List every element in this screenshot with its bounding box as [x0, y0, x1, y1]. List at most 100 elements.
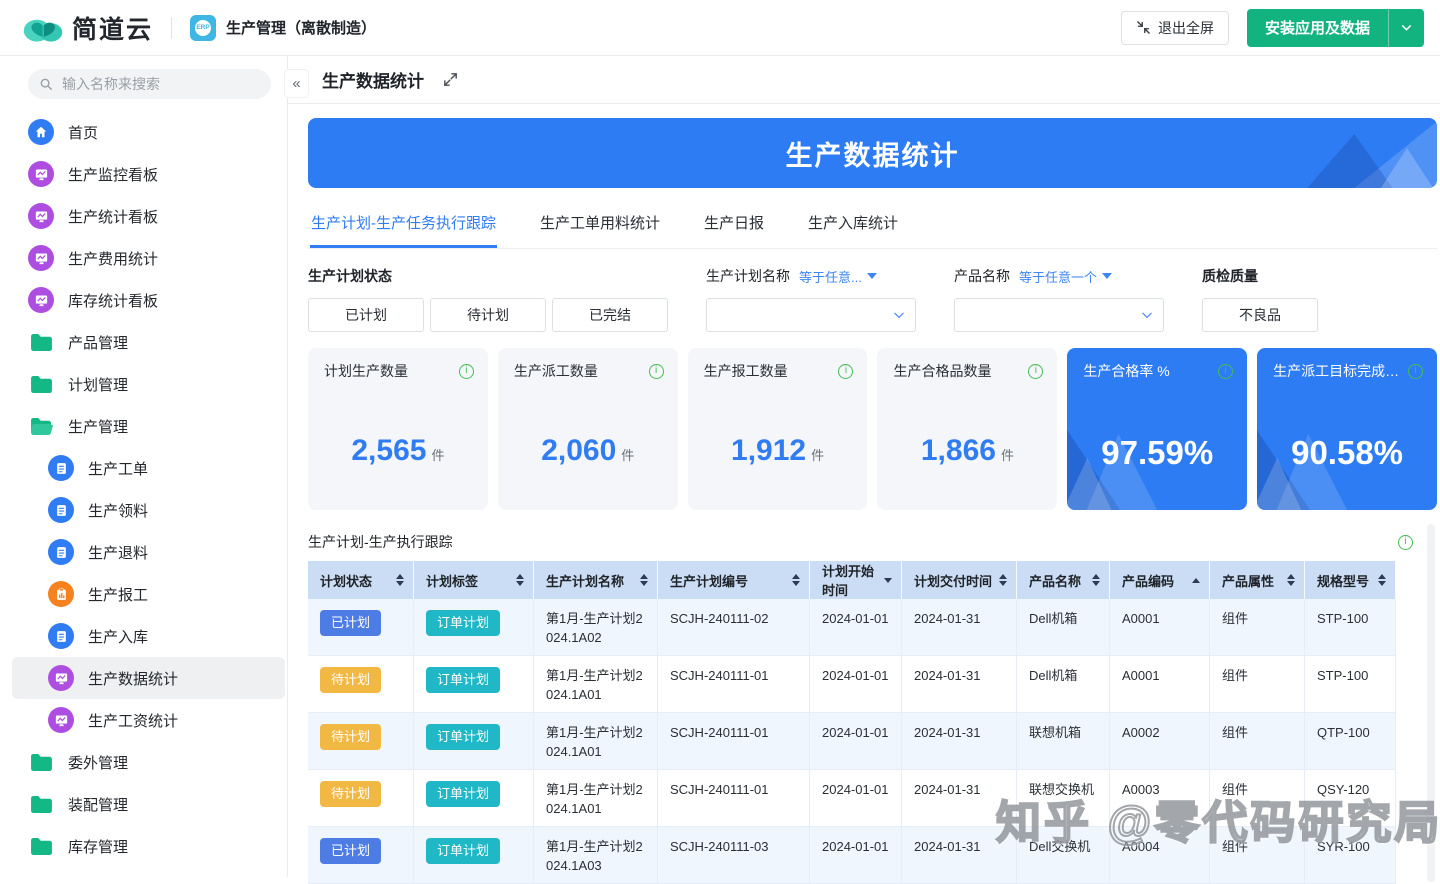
stat-card-6: 生产派工目标完成进度 ... i 90.58% [1257, 348, 1437, 510]
folder-icon [28, 371, 54, 397]
sidebar-item-3[interactable]: 生产统计看板 [0, 195, 285, 237]
column-header-label: 计划标签 [426, 571, 478, 590]
table-cell: 待计划 [308, 713, 414, 770]
column-header-8[interactable]: 产品编码 [1110, 561, 1210, 599]
data-table: 计划状态 计划标签 生产计划名称生产计划编号计划开始时间计划交付时间产品名称产品编码… [308, 561, 1396, 884]
info-icon[interactable]: i [459, 364, 474, 379]
sidebar-item-13[interactable]: 生产入库 [0, 615, 285, 657]
sidebar-item-17[interactable]: 装配管理 [0, 783, 285, 825]
stat-card-label: 生产派工数量 [514, 361, 598, 381]
filter-option-button[interactable]: 不良品 [1202, 298, 1318, 332]
column-header-2[interactable]: 计划标签 [414, 561, 534, 599]
sidebar-item-9[interactable]: 生产工单 [0, 447, 285, 489]
sidebar-item-label: 计划管理 [68, 374, 128, 395]
tab-4[interactable]: 生产入库统计 [807, 203, 899, 248]
sort-icon [1092, 574, 1100, 586]
sidebar-item-6[interactable]: 产品管理 [0, 321, 285, 363]
folder-icon [28, 791, 54, 817]
sidebar-item-label: 生产领料 [88, 500, 148, 521]
install-app-button[interactable]: 安装应用及数据 [1247, 9, 1424, 47]
sidebar-search[interactable] [28, 69, 271, 99]
column-header-10[interactable]: 规格型号 [1305, 561, 1396, 599]
form-icon [48, 497, 74, 523]
sidebar-item-12[interactable]: 生产报工 [0, 573, 285, 615]
info-icon[interactable]: i [649, 364, 664, 379]
table-scrollbar[interactable] [1427, 524, 1435, 882]
sort-icon [999, 574, 1007, 586]
exit-fullscreen-button[interactable]: 退出全屏 [1121, 11, 1229, 45]
column-header-6[interactable]: 计划交付时间 [902, 561, 1017, 599]
sidebar-item-label: 生产退料 [88, 542, 148, 563]
report-icon [48, 581, 74, 607]
sort-icon [516, 574, 524, 586]
sidebar-item-11[interactable]: 生产退料 [0, 531, 285, 573]
sidebar-item-5[interactable]: 库存统计看板 [0, 279, 285, 321]
filter-select[interactable] [706, 298, 916, 332]
stat-card-label: 生产派工目标完成进度 ... [1273, 361, 1402, 381]
column-header-7[interactable]: 产品名称 [1017, 561, 1110, 599]
filter-option-button[interactable]: 已完结 [552, 298, 668, 332]
table-cell: QSY-120 [1305, 770, 1396, 827]
column-header-label: 规格型号 [1317, 571, 1369, 590]
sidebar-search-input[interactable] [60, 75, 250, 93]
filter-option-button[interactable]: 已计划 [308, 298, 424, 332]
sidebar-item-16[interactable]: 委外管理 [0, 741, 285, 783]
filter-option-button[interactable]: 待计划 [430, 298, 546, 332]
status-badge: 待计划 [320, 724, 381, 750]
expand-fullscreen-icon[interactable] [442, 71, 459, 88]
tab-3[interactable]: 生产日报 [703, 203, 765, 248]
logo[interactable]: 简道云 [22, 10, 153, 46]
column-header-1[interactable]: 计划状态 [308, 561, 414, 599]
column-header-9[interactable]: 产品属性 [1210, 561, 1305, 599]
table-row-1: 已计划订单计划第1月-生产计划2024.1A02SCJH-240111-0220… [308, 599, 1396, 656]
sidebar-item-label: 产品管理 [68, 332, 128, 353]
table-cell: 2024-01-01 [810, 827, 902, 884]
tab-1[interactable]: 生产计划-生产任务执行跟踪 [310, 203, 497, 248]
table-cell: 组件 [1210, 827, 1305, 884]
sort-icon [1192, 578, 1200, 583]
column-header-5[interactable]: 计划开始时间 [810, 561, 902, 599]
sidebar-item-8[interactable]: 生产管理 [0, 405, 285, 447]
filter-operator-dropdown[interactable]: 等于任意一个 [1019, 267, 1112, 286]
table-cell: SCJH-240111-01 [658, 656, 810, 713]
dashboard: 生产数据统计 生产计划-生产任务执行跟踪生产工单用料统计生产日报生产入库统计 生… [288, 104, 1440, 884]
form-icon [48, 623, 74, 649]
sidebar-item-10[interactable]: 生产领料 [0, 489, 285, 531]
sidebar-item-18[interactable]: 库存管理 [0, 825, 285, 867]
table-cell: 待计划 [308, 656, 414, 713]
column-header-4[interactable]: 生产计划编号 [658, 561, 810, 599]
tag-badge: 订单计划 [426, 724, 500, 750]
table-info-icon[interactable]: i [1398, 535, 1413, 550]
sidebar-item-7[interactable]: 计划管理 [0, 363, 285, 405]
dashboard-icon [48, 665, 74, 691]
sidebar-item-15[interactable]: 生产工资统计 [0, 699, 285, 741]
table-cell: A0001 [1110, 599, 1210, 656]
table-cell: 组件 [1210, 770, 1305, 827]
install-dropdown-toggle[interactable] [1388, 9, 1424, 47]
info-icon[interactable]: i [1408, 364, 1423, 379]
tab-2[interactable]: 生产工单用料统计 [539, 203, 661, 248]
sort-icon [792, 574, 800, 586]
filter-select[interactable] [954, 298, 1164, 332]
stat-card-label: 计划生产数量 [324, 361, 408, 381]
column-header-3[interactable]: 生产计划名称 [534, 561, 658, 599]
stat-card-value: 90.58% [1291, 434, 1403, 471]
stat-card-unit: 件 [811, 448, 824, 463]
table-cell: SCJH-240111-02 [658, 599, 810, 656]
caret-down-icon [1102, 273, 1112, 279]
info-icon[interactable]: i [1218, 364, 1233, 379]
form-icon [48, 455, 74, 481]
table-cell: 2024-01-01 [810, 656, 902, 713]
sidebar-item-1[interactable]: 首页 [0, 111, 285, 153]
collapse-sidebar-button[interactable]: « [284, 69, 309, 98]
column-header-label: 计划状态 [320, 571, 372, 590]
tab-bar: 生产计划-生产任务执行跟踪生产工单用料统计生产日报生产入库统计 [308, 203, 1437, 249]
sidebar-item-4[interactable]: 生产费用统计 [0, 237, 285, 279]
sidebar-item-14[interactable]: 生产数据统计 [12, 657, 285, 699]
filter-operator-dropdown[interactable]: 等于任意... [799, 267, 877, 286]
info-icon[interactable]: i [1028, 364, 1043, 379]
filter-group-2: 生产计划名称等于任意... [706, 266, 916, 332]
sidebar-item-2[interactable]: 生产监控看板 [0, 153, 285, 195]
tag-badge: 订单计划 [426, 667, 500, 693]
info-icon[interactable]: i [838, 364, 853, 379]
